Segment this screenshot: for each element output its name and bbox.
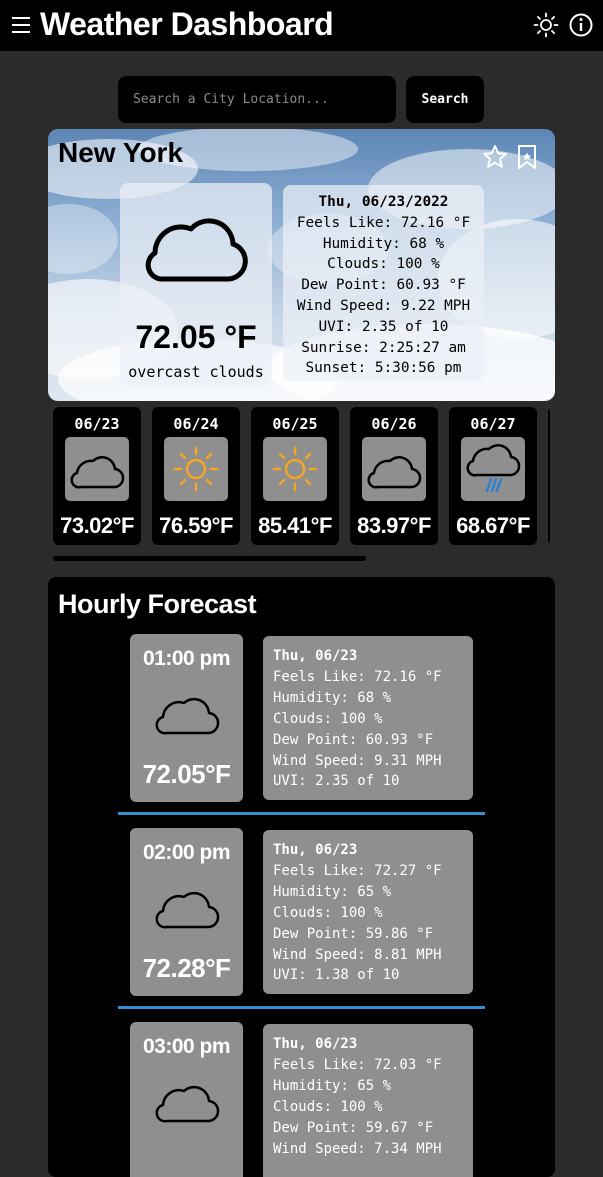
feels-like: Feels Like: 72.16 °F — [296, 214, 471, 231]
uvi: UVI: 2.35 of 10 — [273, 773, 400, 790]
hour-details: Thu, 06/23 Feels Like: 72.03 °F Humidity… — [263, 1024, 473, 1177]
dew-point: Dew Point: 59.67 °F — [273, 1119, 434, 1136]
hourly-forecast-panel: Hourly Forecast 01:00 pm 72.05°F Thu, 06… — [48, 577, 555, 1177]
humidity: Humidity: 65 % — [273, 1077, 392, 1094]
wind-speed: Wind Speed: 7.34 MPH — [273, 1140, 442, 1157]
clouds: Clouds: 100 % — [327, 256, 440, 273]
sun-icon — [272, 446, 318, 492]
search-button[interactable]: Search — [406, 76, 484, 123]
current-weather-card: New York 72.05 °F overcast clouds Thu, 0… — [48, 129, 555, 401]
hour-date: Thu, 06/23 — [273, 648, 358, 664]
hour-divider — [118, 812, 485, 815]
top-bar: Weather Dashboard — [0, 0, 603, 51]
humidity: Humidity: 65 % — [273, 883, 392, 900]
hamburger-menu-icon[interactable] — [12, 12, 32, 38]
daily-forecast-strip[interactable]: 06/23 73.02°F 06/24 76.59°F 06/25 85.41°… — [53, 407, 550, 547]
day-icon-box — [362, 437, 426, 501]
info-icon[interactable] — [568, 12, 594, 38]
dew-point: Dew Point: 60.93 °F — [273, 731, 434, 748]
day-card-partial[interactable] — [548, 407, 550, 545]
city-name: New York — [58, 137, 184, 168]
day-date: 06/23 — [74, 415, 120, 433]
day-date: 06/25 — [272, 415, 318, 433]
hour-temp: 72.28°F — [142, 953, 231, 983]
day-card[interactable]: 06/26 83.97°F — [350, 407, 438, 545]
dew-point: Dew Point: 60.93 °F — [301, 277, 466, 294]
rain-cloud-icon — [466, 444, 521, 493]
feels-like: Feels Like: 72.16 °F — [273, 668, 442, 685]
day-date: 06/27 — [470, 415, 516, 433]
sunrise: Sunrise: 2:25:27 am — [301, 339, 466, 356]
clouds: Clouds: 100 % — [273, 710, 383, 727]
day-temp: 76.59°F — [159, 513, 233, 538]
hour-date: Thu, 06/23 — [273, 842, 358, 858]
sun-icon — [173, 446, 219, 492]
cloud-icon — [367, 456, 422, 489]
day-icon-box — [263, 437, 327, 501]
star-icon[interactable] — [482, 144, 508, 170]
day-temp: 83.97°F — [357, 513, 431, 538]
hour-details: Thu, 06/23 Feels Like: 72.27 °F Humidity… — [263, 830, 473, 994]
scrollbar-thumb[interactable] — [53, 556, 366, 561]
search-input[interactable] — [118, 76, 396, 123]
clouds: Clouds: 100 % — [273, 1098, 383, 1115]
wind-speed: Wind Speed: 9.22 MPH — [296, 297, 471, 314]
cloud-icon — [155, 891, 220, 929]
hour-time: 02:00 pm — [142, 841, 231, 864]
feels-like: Feels Like: 72.27 °F — [273, 862, 442, 879]
daily-scrollbar[interactable] — [53, 556, 550, 562]
day-temp: 85.41°F — [258, 513, 332, 538]
hour-time: 03:00 pm — [142, 1035, 231, 1058]
uvi: UVI: 2.35 of 10 — [318, 318, 449, 335]
hourly-title: Hourly Forecast — [58, 589, 257, 619]
day-card[interactable]: 06/25 85.41°F — [251, 407, 339, 545]
uvi: UVI: 1.38 of 10 — [273, 967, 400, 984]
day-date: 06/24 — [173, 415, 219, 433]
day-icon-box — [65, 437, 129, 501]
feels-like: Feels Like: 72.03 °F — [273, 1056, 442, 1073]
app-title: Weather Dashboard — [40, 6, 334, 42]
hour-divider — [118, 1006, 485, 1009]
hour-row: 03:00 pm Thu, 06/23 Feels Like: 72.03 °F… — [48, 1022, 555, 1177]
cloud-icon — [155, 1085, 220, 1123]
hour-row: 01:00 pm 72.05°F Thu, 06/23 Feels Like: … — [48, 634, 555, 828]
hour-temp: 72.05°F — [142, 759, 231, 789]
hour-card: 02:00 pm 72.28°F — [130, 828, 243, 996]
cloud-icon — [155, 697, 220, 735]
day-card[interactable]: 06/24 76.59°F — [152, 407, 240, 545]
dew-point: Dew Point: 59.86 °F — [273, 925, 434, 942]
current-date: Thu, 06/23/2022 — [318, 194, 449, 210]
cloud-icon — [145, 218, 248, 282]
day-card[interactable]: 06/23 73.02°F — [53, 407, 141, 545]
hour-row: 02:00 pm 72.28°F Thu, 06/23 Feels Like: … — [48, 828, 555, 1022]
current-temp-panel: 72.05 °F overcast clouds — [120, 183, 272, 385]
wind-speed: Wind Speed: 9.31 MPH — [273, 752, 442, 769]
day-date: 06/26 — [371, 415, 417, 433]
current-temperature: 72.05 °F — [135, 319, 257, 355]
current-details-panel: Thu, 06/23/2022 Feels Like: 72.16 °F Hum… — [283, 185, 484, 381]
day-icon-box — [164, 437, 228, 501]
day-temp: 73.02°F — [60, 513, 134, 538]
sunset: Sunset: 5:30:56 pm — [305, 360, 462, 377]
wind-speed: Wind Speed: 8.81 MPH — [273, 946, 442, 963]
humidity: Humidity: 68 % — [273, 689, 392, 706]
bookmark-icon[interactable] — [516, 144, 538, 170]
hour-time: 01:00 pm — [142, 647, 231, 670]
hour-card: 03:00 pm — [130, 1022, 243, 1177]
humidity: Humidity: 68 % — [322, 235, 445, 252]
weather-condition: overcast clouds — [128, 363, 264, 381]
clouds: Clouds: 100 % — [273, 904, 383, 921]
hour-details: Thu, 06/23 Feels Like: 72.16 °F Humidity… — [263, 636, 473, 800]
cloud-icon — [70, 456, 125, 489]
day-temp: 68.67°F — [456, 513, 530, 538]
day-icon-box — [461, 437, 525, 501]
hour-date: Thu, 06/23 — [273, 1036, 358, 1052]
sun-icon[interactable] — [533, 12, 559, 38]
day-card[interactable]: 06/27 68.67°F — [449, 407, 537, 545]
hour-card: 01:00 pm 72.05°F — [130, 634, 243, 802]
